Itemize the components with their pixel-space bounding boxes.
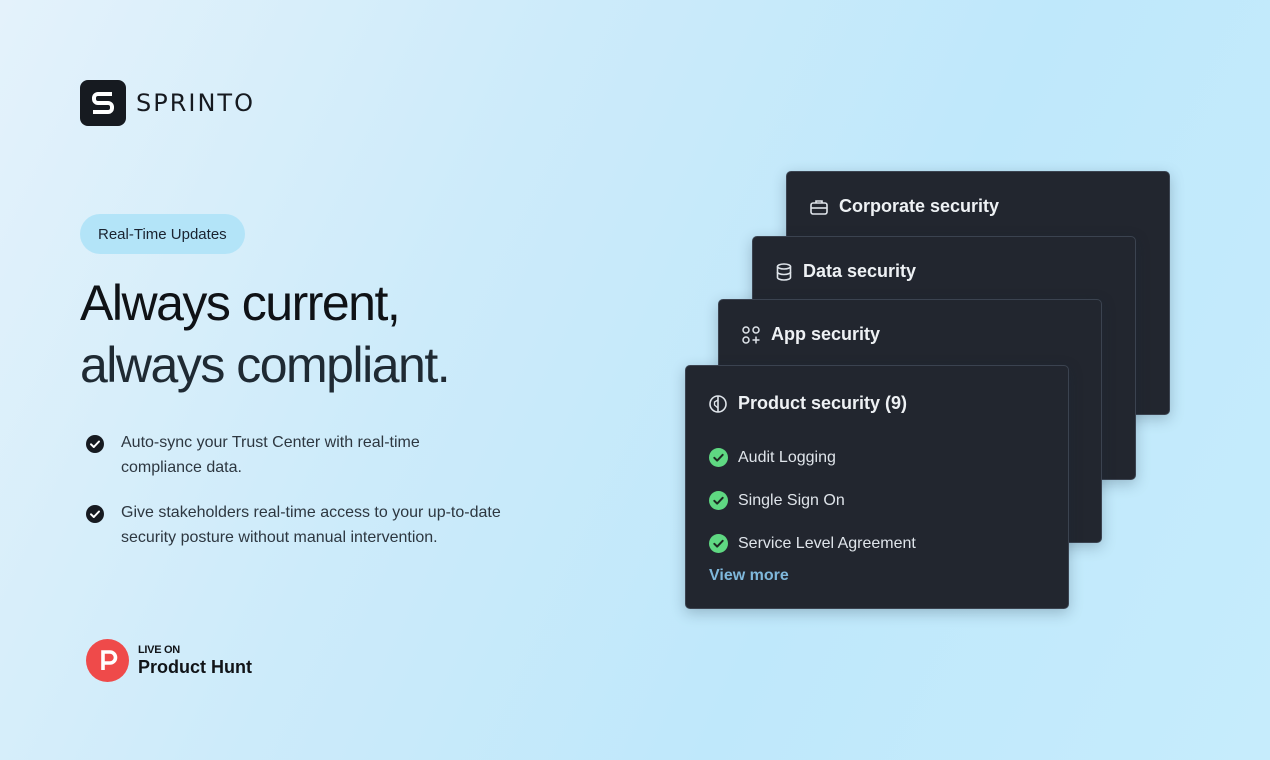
database-icon [776, 262, 792, 281]
product-hunt-label: Product Hunt [138, 656, 252, 677]
feature-list: Auto-sync your Trust Center with real-ti… [86, 430, 556, 570]
card-title: Data security [775, 261, 916, 282]
list-item-label: Service Level Agreement [738, 534, 916, 552]
live-on-label: LIVE ON [138, 643, 180, 656]
feature-item: Auto-sync your Trust Center with real-ti… [86, 430, 556, 480]
feature-text-line: security posture without manual interven… [121, 529, 438, 546]
briefcase-icon [810, 199, 828, 215]
real-time-updates-badge: Real-Time Updates [80, 214, 245, 254]
page-headline: Always current, always compliant. [80, 272, 640, 396]
card-title-text: Corporate security [839, 196, 1000, 216]
card-title-text: App security [771, 324, 881, 344]
card-title: Corporate security [809, 196, 999, 217]
list-item: Audit Logging [709, 436, 916, 479]
card-title-text: Product security (9) [738, 393, 908, 413]
apps-grid-icon [742, 325, 760, 344]
card-title-text: Data security [803, 261, 917, 281]
green-check-icon [709, 534, 728, 553]
check-circle-icon [86, 505, 104, 523]
shield-icon [709, 394, 727, 413]
feature-item: Give stakeholders real-time access to yo… [86, 500, 556, 550]
feature-text-line: compliance data. [121, 459, 242, 476]
feature-text-line: Give stakeholders real-time access to yo… [121, 504, 501, 521]
green-check-icon [709, 448, 728, 467]
product-hunt-text: LIVE ON Product Hunt [138, 644, 252, 678]
brand-logo[interactable]: SPRINTO [80, 80, 255, 126]
check-circle-icon [86, 435, 104, 453]
view-more-link[interactable]: View more [709, 567, 789, 585]
feature-text-line: Auto-sync your Trust Center with real-ti… [121, 434, 420, 451]
brand-name: SPRINTO [136, 89, 255, 117]
list-item-label: Single Sign On [738, 491, 845, 509]
card-title: App security [741, 324, 880, 345]
sprinto-logo-icon [80, 80, 126, 126]
headline-line-1: Always current, [80, 275, 401, 331]
security-items-list: Audit Logging Single Sign On Service Lev… [709, 436, 916, 565]
list-item-label: Audit Logging [738, 448, 836, 466]
feature-text: Auto-sync your Trust Center with real-ti… [121, 430, 420, 480]
product-hunt-badge[interactable]: LIVE ON Product Hunt [86, 639, 252, 682]
list-item: Service Level Agreement [709, 522, 916, 565]
card-title: Product security (9) [708, 393, 907, 414]
green-check-icon [709, 491, 728, 510]
headline-line-2: always compliant. [80, 337, 451, 393]
list-item: Single Sign On [709, 479, 916, 522]
product-hunt-icon [86, 639, 129, 682]
card-product-security[interactable]: Product security (9) Audit Logging Singl… [685, 365, 1069, 609]
feature-text: Give stakeholders real-time access to yo… [121, 500, 501, 550]
